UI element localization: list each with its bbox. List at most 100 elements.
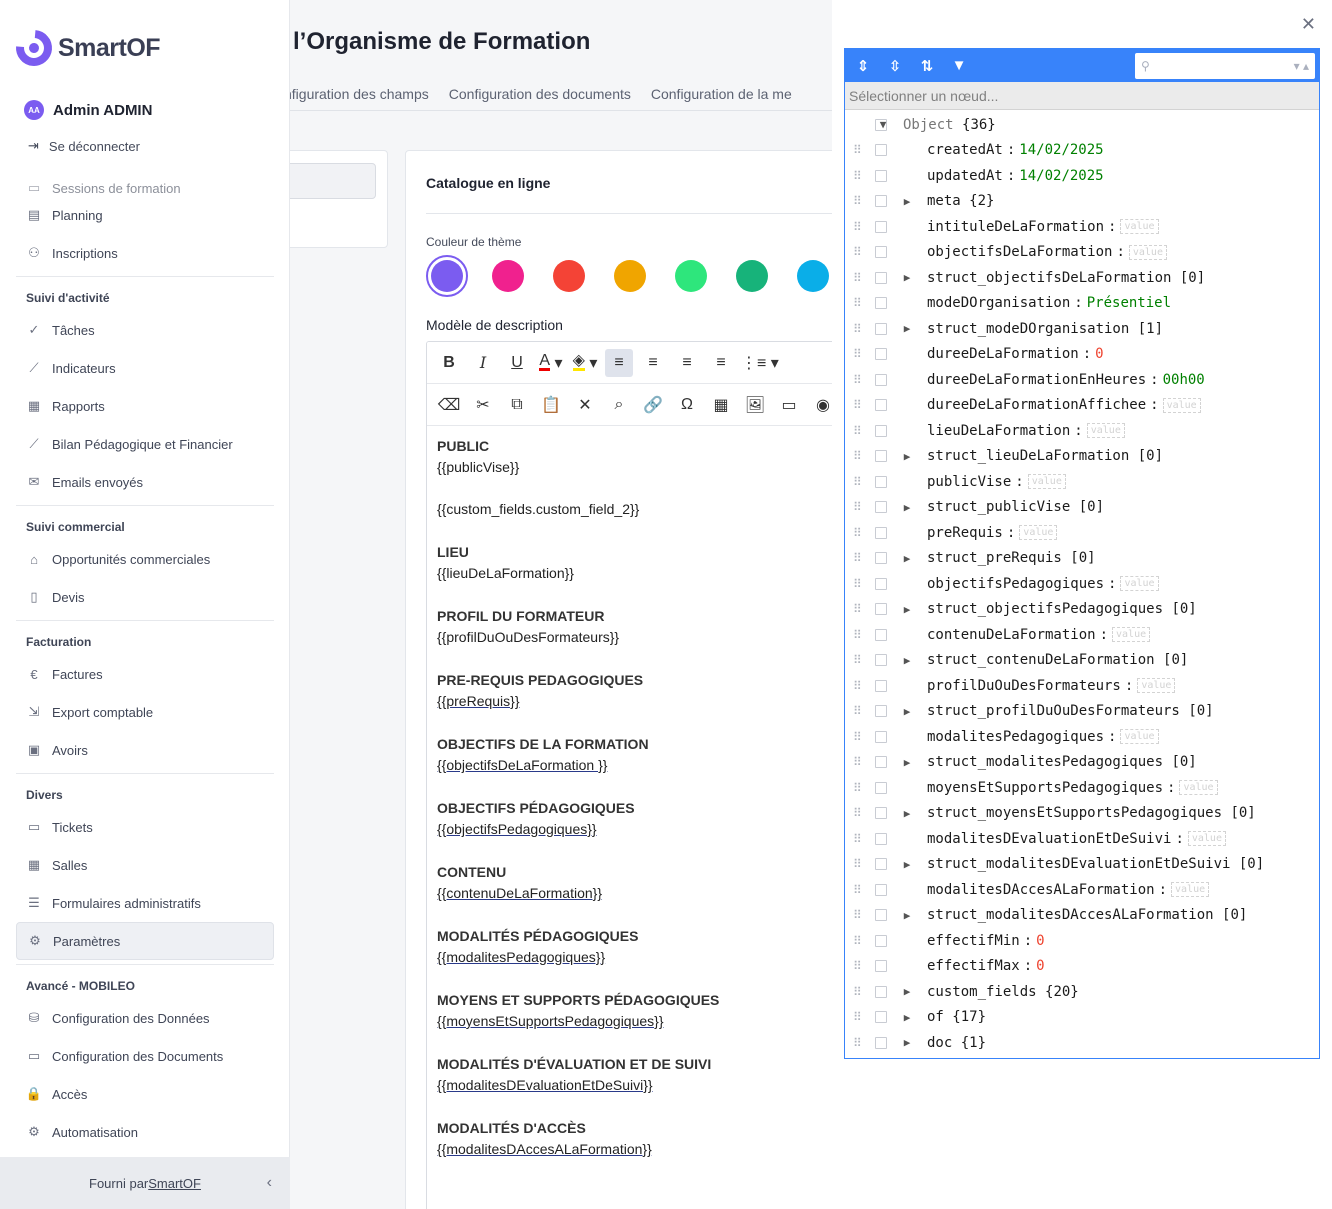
caret-right-icon[interactable]: ▶ — [901, 1011, 913, 1024]
caret-right-icon[interactable]: ▶ — [901, 985, 913, 998]
caret-right-icon[interactable]: ▶ — [901, 322, 913, 335]
caret-right-icon[interactable]: ▶ — [901, 654, 913, 667]
context-menu-button[interactable] — [875, 144, 887, 157]
app-logo[interactable]: SmartOF — [8, 22, 161, 74]
drag-handle-icon[interactable]: ⠿ — [853, 398, 862, 412]
omega-icon[interactable]: Ω — [673, 391, 701, 419]
context-menu-button[interactable] — [875, 348, 887, 361]
italic-icon[interactable]: I — [469, 349, 497, 377]
search-nav-arrows[interactable]: ▾ ▴ — [1294, 59, 1309, 73]
context-menu-button[interactable] — [875, 807, 887, 820]
context-menu-button[interactable] — [875, 730, 887, 743]
json-tree-row[interactable]: ⠿ dureeDeLaFormationEnHeures:00h00 — [845, 367, 1319, 393]
sidebar-item[interactable]: ⟋ Indicateurs — [16, 349, 274, 387]
link-icon[interactable]: 🔗 — [639, 391, 667, 419]
bold-icon[interactable]: B — [435, 349, 463, 377]
drag-handle-icon[interactable]: ⠿ — [853, 883, 862, 897]
context-menu-button[interactable] — [875, 220, 887, 233]
left-input[interactable] — [290, 163, 376, 199]
user-profile[interactable]: AA Admin ADMIN — [24, 100, 152, 120]
drag-handle-icon[interactable]: ⠿ — [853, 271, 862, 285]
json-empty-value[interactable]: value — [1027, 474, 1066, 490]
collapse-all-icon[interactable]: ⇳ — [883, 54, 907, 78]
context-menu-button[interactable] — [875, 271, 887, 284]
drag-handle-icon[interactable]: ⠿ — [853, 806, 862, 820]
sort-icon[interactable]: ⇅ — [915, 54, 939, 78]
align-center-icon[interactable]: ≡ — [639, 349, 667, 377]
tab[interactable]: nfiguration des champs — [290, 86, 429, 102]
sidebar-item[interactable]: € Factures — [16, 655, 274, 693]
json-tree-row[interactable]: ⠿ ▶ struct_publicVise [0] — [845, 495, 1319, 521]
context-menu-button[interactable] — [875, 756, 887, 769]
context-menu-button[interactable] — [875, 705, 887, 718]
drag-handle-icon[interactable]: ⠿ — [853, 500, 862, 514]
caret-right-icon[interactable]: ▶ — [901, 858, 913, 871]
sidebar-item[interactable]: ▭ Sessions de formation — [16, 172, 274, 196]
json-tree-row[interactable]: ⠿ modeDOrganisation: Présentiel — [845, 291, 1319, 317]
context-menu-button[interactable] — [875, 934, 887, 947]
copy-icon[interactable]: ⧉ — [503, 391, 531, 419]
json-empty-value[interactable]: value — [1137, 678, 1176, 694]
align-left-icon[interactable]: ≡ — [605, 348, 633, 377]
json-tree-row[interactable]: ⠿ ▶ meta {2} — [845, 189, 1319, 215]
sidebar-item[interactable]: ▣ Avoirs — [16, 731, 274, 769]
json-empty-value[interactable]: value — [1187, 831, 1226, 847]
context-menu-button[interactable] — [875, 526, 887, 539]
json-tree-row[interactable]: ⠿ lieuDeLaFormation: value — [845, 418, 1319, 444]
color-swatch[interactable] — [553, 260, 585, 292]
sidebar-item[interactable]: ✓ Tâches — [16, 311, 274, 349]
caret-right-icon[interactable]: ▶ — [901, 552, 913, 565]
node-selector[interactable]: Sélectionner un nœud... — [845, 82, 1319, 110]
json-empty-value[interactable]: value — [1179, 780, 1218, 796]
image-icon[interactable]: 🖼 — [741, 391, 769, 419]
sidebar-item[interactable]: ⛁ Configuration des Données — [16, 999, 274, 1037]
context-menu-button[interactable] — [875, 679, 887, 692]
drag-handle-icon[interactable]: ⠿ — [853, 143, 862, 157]
table-icon[interactable]: ▦ — [707, 391, 735, 419]
json-tree-row[interactable]: ⠿ ▶ struct_lieuDeLaFormation [0] — [845, 444, 1319, 470]
color-swatch[interactable] — [675, 260, 707, 292]
expand-all-icon[interactable]: ⇕ — [851, 54, 875, 78]
json-tree-row[interactable]: ⠿ ▶ struct_objectifsDeLaFormation [0] — [845, 265, 1319, 291]
drag-handle-icon[interactable]: ⠿ — [853, 628, 862, 642]
json-empty-value[interactable]: value — [1112, 627, 1151, 643]
paste-icon[interactable]: 📋 — [537, 391, 565, 419]
sidebar-item[interactable]: ⚙ Automatisation — [16, 1113, 274, 1151]
context-menu-button[interactable] — [875, 450, 887, 463]
drag-handle-icon[interactable]: ⠿ — [853, 857, 862, 871]
drag-handle-icon[interactable]: ⠿ — [853, 296, 862, 310]
context-menu-button[interactable] — [875, 322, 887, 335]
clear-format-icon[interactable]: ✕ — [571, 391, 599, 419]
sidebar-item[interactable]: ▭ Tickets — [16, 808, 274, 846]
sidebar-item[interactable]: ▤ Planning — [16, 196, 274, 234]
context-menu-button[interactable] — [875, 373, 887, 386]
caret-down-icon[interactable]: ▼ — [877, 118, 889, 131]
json-value[interactable]: 00h00 — [1163, 372, 1205, 388]
caret-right-icon[interactable]: ▶ — [901, 909, 913, 922]
drag-handle-icon[interactable]: ⠿ — [853, 245, 862, 259]
drag-handle-icon[interactable]: ⠿ — [853, 602, 862, 616]
json-search-input[interactable]: ⚲ ▾ ▴ — [1135, 53, 1315, 79]
json-tree-row[interactable]: ⠿ profilDuOuDesFormateurs: value — [845, 673, 1319, 699]
context-menu-button[interactable] — [875, 858, 887, 871]
sidebar-item[interactable]: ⇲ Export comptable — [16, 693, 274, 731]
json-value[interactable]: 14/02/2025 — [1019, 168, 1103, 184]
drag-handle-icon[interactable]: ⠿ — [853, 959, 862, 973]
context-menu-button[interactable] — [875, 297, 887, 310]
drag-handle-icon[interactable]: ⠿ — [853, 1036, 862, 1050]
context-menu-button[interactable] — [875, 552, 887, 565]
context-menu-button[interactable] — [875, 628, 887, 641]
caret-right-icon[interactable]: ▶ — [901, 1036, 913, 1049]
context-menu-button[interactable] — [875, 169, 887, 182]
json-tree-row[interactable]: ⠿ objectifsDeLaFormation: value — [845, 240, 1319, 266]
json-tree-row[interactable]: ⠿ moyensEtSupportsPedagogiques: value — [845, 775, 1319, 801]
drag-handle-icon[interactable]: ⠿ — [853, 194, 862, 208]
drag-handle-icon[interactable]: ⠿ — [853, 679, 862, 693]
drag-handle-icon[interactable]: ⠿ — [853, 424, 862, 438]
context-menu-button[interactable] — [875, 246, 887, 259]
close-icon[interactable]: ✕ — [1301, 14, 1316, 35]
json-empty-value[interactable]: value — [1120, 729, 1159, 745]
caret-right-icon[interactable]: ▶ — [901, 756, 913, 769]
json-tree-row[interactable]: ⠿ ▶ of {17} — [845, 1005, 1319, 1031]
color-swatch[interactable] — [736, 260, 768, 292]
